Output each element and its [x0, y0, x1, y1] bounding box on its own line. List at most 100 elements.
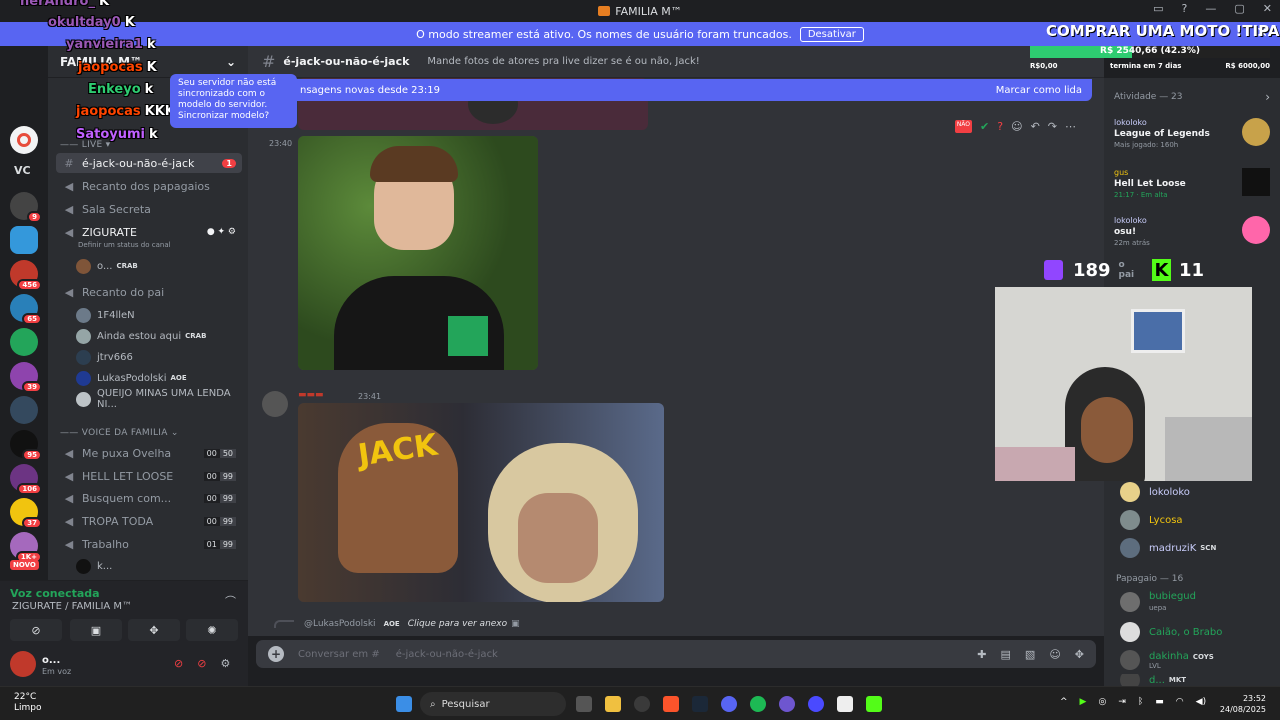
channel-item[interactable]: ◀ Recanto do pai [56, 282, 242, 302]
voice-user[interactable]: QUEIJO MINAS UMA LENDA NI... [76, 388, 242, 410]
file-explorer-icon[interactable] [605, 696, 621, 712]
steam-icon[interactable] [692, 696, 708, 712]
channel-item[interactable]: ◀ Sala Secreta [56, 199, 242, 219]
voice-channel-item[interactable]: ◀ Me puxa Ovelha 00 50 [56, 443, 242, 463]
forward-icon[interactable]: ↷ [1048, 120, 1057, 133]
channel-status-hint[interactable]: Definir um status do canal [78, 241, 171, 249]
avatar [76, 349, 91, 365]
voice-channel-item[interactable]: ◀ Trabalho 01 99 [56, 534, 242, 554]
chrome-icon[interactable] [634, 696, 650, 712]
voice-user[interactable]: jtrv666 [76, 347, 242, 367]
channel-topic[interactable]: Mande fotos de atores pra live dizer se … [427, 56, 699, 67]
server-icon[interactable]: 9 [10, 192, 42, 223]
chevron-right-icon[interactable]: › [1265, 90, 1270, 104]
spotify-icon[interactable] [750, 696, 766, 712]
voice-user[interactable]: 1F4lleN [76, 305, 242, 325]
message-image[interactable]: JACK [298, 403, 664, 602]
reaction-icon[interactable]: NÃO [954, 120, 973, 133]
message-image[interactable] [298, 136, 538, 370]
close-window-icon[interactable]: ✕ [1263, 2, 1272, 15]
channel-item[interactable]: ◀ Recanto dos papagaios [56, 176, 242, 196]
activities-button[interactable]: ✥ [128, 619, 180, 641]
settings-icon[interactable]: ● ✦ ⚙ [207, 227, 236, 237]
maximize-icon[interactable]: ▢ [1234, 2, 1244, 15]
notepad-icon[interactable] [837, 696, 853, 712]
new-messages-bar[interactable]: nsagens novas desde 23:19 Marcar como li… [290, 79, 1092, 101]
kick-app-icon[interactable] [866, 696, 882, 712]
camera-off-button[interactable]: ⊘ [10, 619, 62, 641]
voice-channel-item[interactable]: ◀ HELL LET LOOSE 00 99 [56, 466, 242, 486]
task-view-icon[interactable] [576, 696, 592, 712]
server-icon[interactable]: 39 [10, 362, 42, 393]
channel-item[interactable]: # é-jack-ou-não-é-jack 1 [56, 153, 242, 173]
minimize-icon[interactable]: — [1205, 2, 1216, 15]
activity-card[interactable]: gus Hell Let Loose 21:17 · Em alta [1114, 168, 1270, 199]
app-icon[interactable] [779, 696, 795, 712]
server-icon[interactable]: 1K+ [10, 532, 42, 563]
deafen-icon[interactable]: ⊘ [197, 657, 206, 670]
server-icon[interactable]: 456 [10, 260, 42, 291]
voice-user[interactable]: Ainda estou aqui CRAB [76, 326, 242, 346]
dm-label[interactable]: VC [14, 164, 31, 177]
help-icon[interactable]: ? [1182, 2, 1188, 15]
mic-muted-icon[interactable]: ⊘ [174, 657, 183, 670]
server-icon[interactable] [10, 226, 38, 254]
taskbar-clock[interactable]: 23:52 24/08/2025 [1220, 693, 1266, 715]
member-item[interactable]: dakinha COYS LVL [1120, 648, 1270, 672]
check-icon[interactable]: ✔ [980, 120, 989, 133]
member-item[interactable]: lokoloko [1120, 480, 1270, 504]
weather-widget[interactable]: 22°C Limpo [14, 692, 42, 714]
sync-tooltip[interactable]: Seu servidor não está sincronizado com o… [170, 74, 297, 128]
gear-icon[interactable]: ⚙ [220, 657, 230, 670]
server-icon[interactable]: 65 [10, 294, 42, 325]
avatar[interactable] [262, 391, 288, 417]
voice-channel-item[interactable]: ◀ TROPA TODA 00 99 [56, 511, 242, 531]
discord-icon[interactable] [721, 696, 737, 712]
activity-card[interactable]: lokoloko osu! 22m atrás [1114, 216, 1270, 247]
reply-icon[interactable]: ↶ [1031, 120, 1040, 133]
channel-item[interactable]: ◀ ZIGURATE ● ✦ ⚙ [56, 222, 242, 242]
inbox-icon[interactable]: ▭ [1153, 2, 1163, 15]
voice-channel-name[interactable]: ZIGURATE / FAMILIA M™ [12, 601, 132, 612]
app-icon[interactable] [808, 696, 824, 712]
category-voice[interactable]: —— VOICE DA FAMILIA ⌄ [60, 428, 179, 438]
gif-icon[interactable]: ▤ [1001, 648, 1011, 661]
voice-user[interactable]: o... CRAB [76, 256, 242, 276]
activity-header[interactable]: Atividade — 23 [1114, 92, 1183, 102]
brave-icon[interactable] [663, 696, 679, 712]
soundboard-button[interactable]: ✺ [186, 619, 238, 641]
member-item[interactable]: bubiegud uepa [1120, 590, 1270, 614]
member-item[interactable]: Caião, o Brabo [1120, 620, 1270, 644]
more-icon[interactable]: ⋯ [1065, 120, 1076, 133]
screen-share-button[interactable]: ▣ [70, 619, 122, 641]
member-item[interactable]: Lycosa [1120, 508, 1270, 532]
server-icon[interactable]: 106 [10, 464, 42, 495]
add-attachment-icon[interactable]: + [268, 646, 284, 662]
disconnect-icon[interactable]: ⌒ [225, 593, 236, 609]
server-icon[interactable] [10, 396, 38, 424]
voice-user[interactable]: k... [76, 556, 242, 576]
avatar[interactable] [10, 651, 36, 677]
sticker-icon[interactable]: ▧ [1025, 648, 1035, 661]
server-icon[interactable] [10, 328, 38, 356]
message-composer[interactable]: + Conversar em # é-jack-ou-não-é-jack ✚ … [256, 640, 1096, 668]
question-icon[interactable]: ? [997, 120, 1003, 133]
server-icon[interactable]: 37 [10, 498, 42, 529]
taskbar-search[interactable]: ⌕ Pesquisar [420, 692, 566, 716]
disable-streamer-button[interactable]: Desativar [799, 26, 864, 42]
emoji-icon[interactable]: ☺ [1011, 120, 1022, 133]
voice-user[interactable]: LukasPodolski AOE [76, 368, 242, 388]
apps-icon[interactable]: ✥ [1075, 648, 1084, 661]
gift-icon[interactable]: ✚ [977, 648, 986, 661]
activity-card[interactable]: lokoloko League of Legends Mais jogado: … [1114, 118, 1270, 149]
author-name[interactable]: ▬▬▬ [298, 390, 324, 400]
voice-channel-item[interactable]: ◀ Busquem com... 00 99 [56, 488, 242, 508]
mark-read-button[interactable]: Marcar como lida [996, 85, 1082, 96]
emoji-icon[interactable]: ☺ [1049, 648, 1060, 661]
server-icon[interactable]: 95 [10, 430, 42, 461]
start-icon[interactable] [396, 696, 412, 712]
system-tray[interactable]: ^ ▶ ◎ ⇥ ᛒ ▬ ◠ ◀) [1060, 697, 1206, 707]
member-item[interactable]: d... MKT [1120, 674, 1270, 686]
member-item[interactable]: madruziK SCN [1120, 536, 1270, 560]
reply-preview[interactable]: @LukasPodolski AOE Clique para ver anexo… [274, 619, 520, 629]
